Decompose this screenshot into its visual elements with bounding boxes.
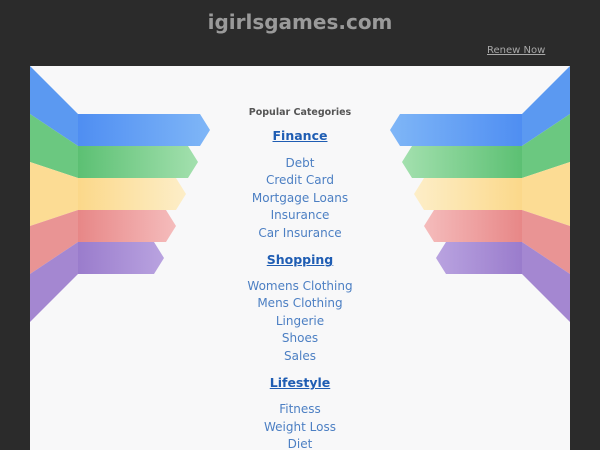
link-car-insurance[interactable]: Car Insurance bbox=[30, 226, 570, 240]
top-bar: igirlsgames.com Renew Now bbox=[0, 0, 600, 66]
link-debt[interactable]: Debt bbox=[30, 156, 570, 170]
link-insurance[interactable]: Insurance bbox=[30, 208, 570, 222]
link-lingerie[interactable]: Lingerie bbox=[30, 314, 570, 328]
link-womens-clothing[interactable]: Womens Clothing bbox=[30, 279, 570, 293]
categories-content: Popular Categories Finance Debt Credit C… bbox=[30, 66, 570, 450]
link-mortgage-loans[interactable]: Mortgage Loans bbox=[30, 191, 570, 205]
link-credit-card[interactable]: Credit Card bbox=[30, 173, 570, 187]
link-mens-clothing[interactable]: Mens Clothing bbox=[30, 296, 570, 310]
category-shopping[interactable]: Shopping bbox=[30, 252, 570, 267]
popular-categories-heading: Popular Categories bbox=[248, 107, 352, 118]
category-lifestyle[interactable]: Lifestyle bbox=[30, 375, 570, 390]
category-finance[interactable]: Finance bbox=[30, 128, 570, 143]
link-fitness[interactable]: Fitness bbox=[30, 402, 570, 416]
link-shoes[interactable]: Shoes bbox=[30, 331, 570, 345]
link-sales[interactable]: Sales bbox=[30, 349, 570, 363]
content-panel: Popular Categories Finance Debt Credit C… bbox=[30, 66, 570, 450]
link-diet[interactable]: Diet bbox=[30, 437, 570, 450]
domain-title: igirlsgames.com bbox=[207, 10, 393, 34]
link-weight-loss[interactable]: Weight Loss bbox=[30, 420, 570, 434]
renew-now-link[interactable]: Renew Now bbox=[487, 45, 545, 56]
